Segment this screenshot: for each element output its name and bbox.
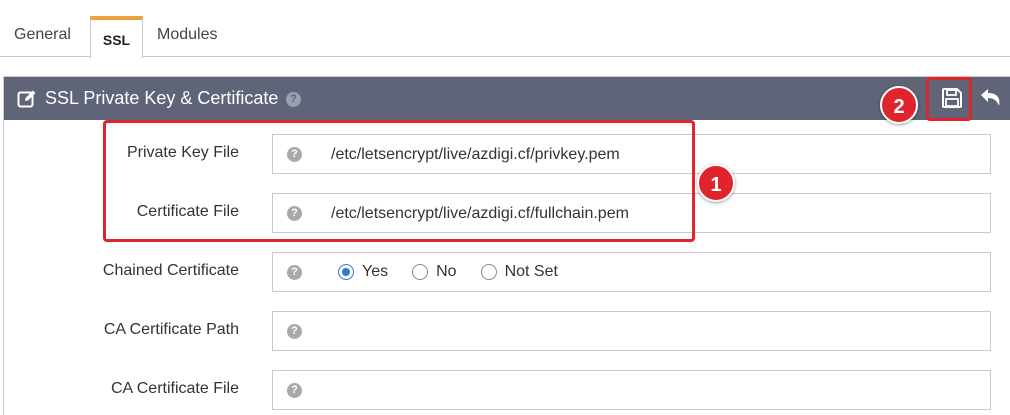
help-cell: ?	[272, 370, 317, 410]
tab-modules[interactable]: Modules	[157, 18, 217, 57]
field-label: Certificate File	[136, 203, 239, 220]
field-value: /etc/letsencrypt/live/azdigi.cf/fullchai…	[331, 205, 629, 222]
help-cell: ?	[272, 252, 317, 292]
edit-icon	[17, 90, 36, 108]
question-circle-icon[interactable]: ?	[286, 92, 301, 107]
question-circle-icon[interactable]: ?	[287, 206, 302, 221]
private-key-file-field[interactable]: /etc/letsencrypt/live/azdigi.cf/privkey.…	[316, 134, 991, 174]
ssl-panel: SSL Private Key & Certificate ? Private …	[3, 76, 1010, 415]
tab-bar: General SSL Modules	[0, 0, 1010, 58]
field-row-chained-certificate: Chained Certificate ? Yes No Not Set	[4, 252, 1010, 292]
certificate-file-field[interactable]: /etc/letsencrypt/live/azdigi.cf/fullchai…	[316, 193, 991, 233]
question-circle-icon[interactable]: ?	[287, 147, 302, 162]
help-cell: ?	[272, 311, 317, 351]
tab-ssl[interactable]: SSL	[90, 16, 143, 58]
panel-title: SSL Private Key & Certificate	[45, 88, 279, 108]
question-circle-icon[interactable]: ?	[287, 324, 302, 339]
ca-certificate-file-field[interactable]	[316, 370, 991, 410]
floppy-disk-icon[interactable]	[941, 87, 963, 109]
question-circle-icon[interactable]: ?	[287, 383, 302, 398]
radio-checked-icon	[338, 264, 354, 280]
panel-header: SSL Private Key & Certificate ?	[4, 77, 1010, 120]
radio-no[interactable]: No	[412, 263, 457, 281]
help-cell: ?	[272, 193, 317, 233]
field-label: Private Key File	[126, 144, 239, 161]
chained-certificate-field: Yes No Not Set	[316, 252, 991, 292]
tab-general[interactable]: General	[14, 18, 71, 57]
question-circle-icon[interactable]: ?	[287, 265, 302, 280]
radio-group: Yes No Not Set	[338, 263, 582, 281]
field-label: CA Certificate File	[110, 380, 239, 397]
field-row-ca-certificate-file: CA Certificate File ?	[4, 370, 1010, 410]
radio-label: Yes	[362, 263, 389, 280]
help-cell: ?	[272, 134, 317, 174]
radio-not-set[interactable]: Not Set	[480, 263, 558, 281]
radio-label: Not Set	[504, 263, 558, 280]
field-label: Chained Certificate	[102, 262, 239, 279]
radio-yes[interactable]: Yes	[338, 263, 388, 281]
undo-arrow-icon[interactable]	[979, 86, 1003, 108]
field-value: /etc/letsencrypt/live/azdigi.cf/privkey.…	[331, 146, 620, 163]
field-row-private-key: Private Key File ? /etc/letsencrypt/live…	[4, 134, 1010, 174]
field-row-ca-certificate-path: CA Certificate Path ?	[4, 311, 1010, 351]
annotation-badge: 1	[697, 164, 735, 202]
field-label: CA Certificate Path	[103, 321, 239, 338]
radio-unchecked-icon	[480, 264, 497, 280]
field-row-certificate-file: Certificate File ? /etc/letsencrypt/live…	[4, 193, 1010, 233]
ca-certificate-path-field[interactable]	[316, 311, 991, 351]
annotation-badge: 2	[880, 86, 918, 124]
radio-label: No	[436, 263, 457, 280]
radio-unchecked-icon	[412, 264, 429, 280]
